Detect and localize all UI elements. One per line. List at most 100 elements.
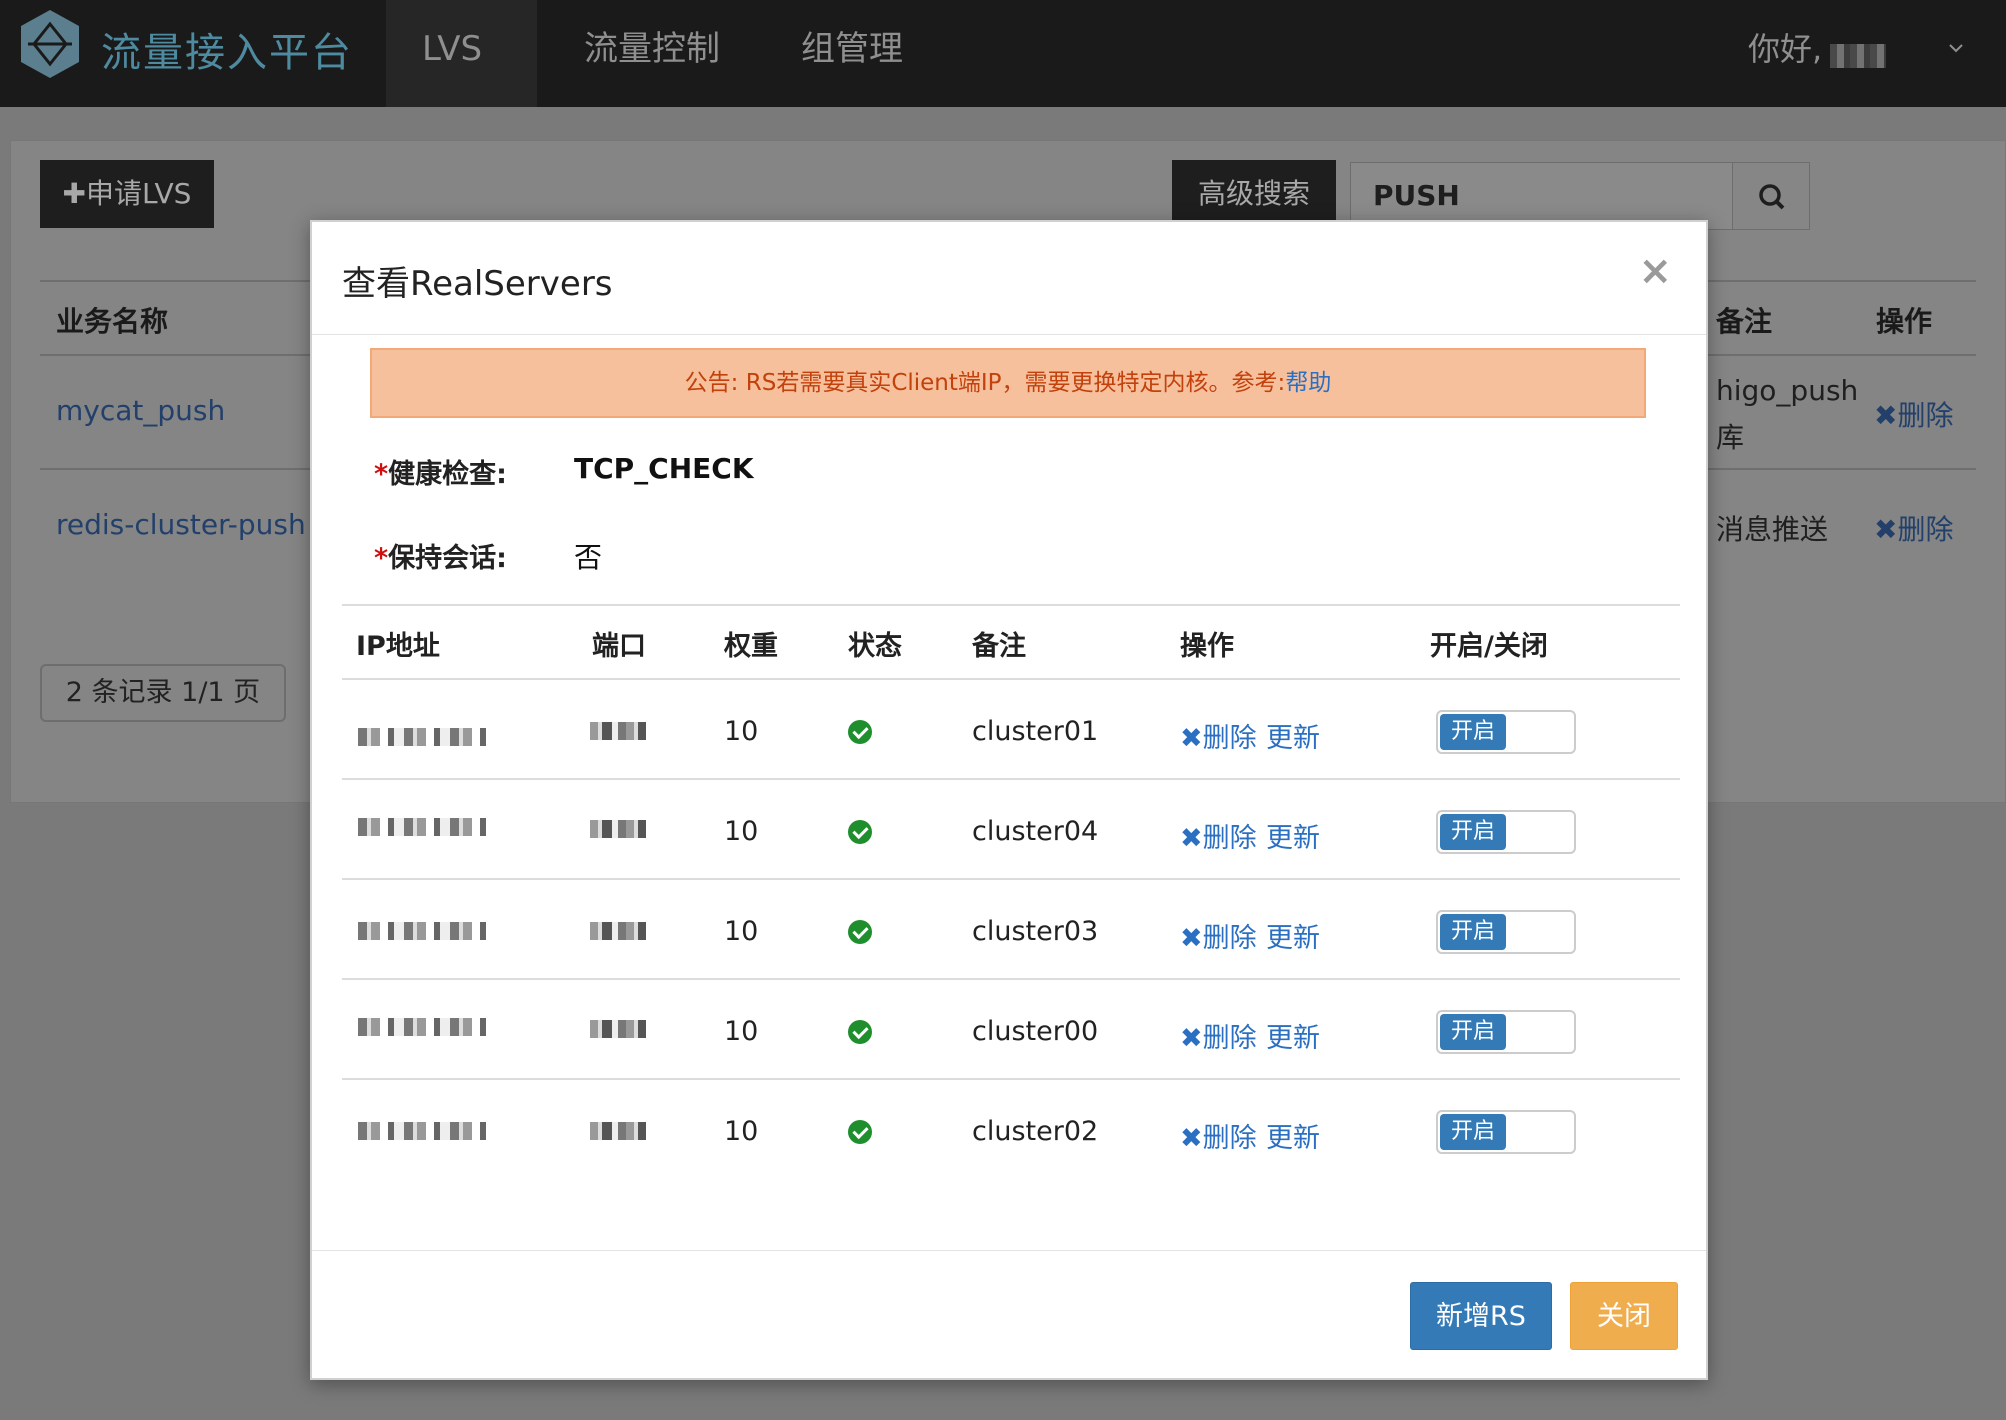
health-check-value: TCP_CHECK [574, 452, 754, 485]
rs-toggle-switch[interactable]: 开启 [1436, 1110, 1576, 1154]
user-greeting: 你好, [1748, 30, 1823, 68]
health-check-label-text: 健康检查: [388, 459, 507, 490]
col-header-weight: 权重 [724, 631, 778, 662]
remark-cell: cluster02 [972, 1116, 1099, 1147]
remark-text: higo_push [1716, 374, 1859, 407]
status-ok-icon [848, 1020, 872, 1044]
col-header-status: 状态 [848, 631, 902, 662]
delete-rs-link[interactable]: ✖删除 [1180, 716, 1257, 755]
col-header-port: 端口 [592, 631, 646, 662]
required-mark: * [374, 543, 389, 574]
toggle-on-label: 开启 [1440, 814, 1506, 850]
delete-link[interactable]: ✖删除 [1874, 394, 1953, 434]
status-ok-icon [848, 820, 872, 844]
session-persistence-value: 否 [574, 541, 603, 574]
status-ok-icon [848, 720, 872, 744]
port-redacted [590, 1122, 646, 1140]
remark-text: 消息推送 [1716, 513, 1829, 546]
table-divider [342, 878, 1680, 880]
remark-text: 库 [1716, 421, 1745, 454]
search-button[interactable] [1732, 162, 1810, 230]
nav-item-group-management[interactable]: 组管理 [765, 0, 939, 107]
update-rs-link[interactable]: 更新 [1266, 716, 1320, 755]
apply-lvs-button[interactable]: ✚申请LVS [40, 160, 214, 228]
toggle-on-label: 开启 [1440, 714, 1506, 750]
weight-cell: 10 [724, 716, 759, 747]
status-ok-icon [848, 1120, 872, 1144]
col-header-action: 操作 [1876, 305, 1933, 338]
top-navbar: 流量接入平台 LVS 流量控制 组管理 你好, [0, 0, 2006, 107]
update-rs-link[interactable]: 更新 [1266, 916, 1320, 955]
ip-address-redacted [358, 1018, 486, 1036]
col-header-remark: 备注 [972, 631, 1026, 662]
delete-link[interactable]: ✖删除 [1874, 508, 1953, 548]
search-icon [1759, 184, 1785, 210]
col-header-action: 操作 [1180, 631, 1234, 662]
session-persistence-label: *保持会话: [374, 536, 507, 575]
weight-cell: 10 [724, 1016, 759, 1047]
update-rs-link[interactable]: 更新 [1266, 1116, 1320, 1155]
delete-rs-link[interactable]: ✖删除 [1180, 1116, 1257, 1155]
brand-title[interactable]: 流量接入平台 [101, 20, 353, 78]
table-divider [342, 604, 1680, 606]
rs-toggle-switch[interactable]: 开启 [1436, 710, 1576, 754]
col-header-ip: IP地址 [356, 631, 440, 662]
table-divider [342, 978, 1680, 980]
toggle-on-label: 开启 [1440, 1114, 1506, 1150]
service-link-mycat-push[interactable]: mycat_push [56, 394, 225, 427]
status-ok-icon [848, 920, 872, 944]
username-redacted [1830, 44, 1886, 68]
table-divider [342, 778, 1680, 780]
modal-footer-divider [312, 1250, 1706, 1251]
remark-cell: cluster04 [972, 816, 1099, 847]
delete-rs-link[interactable]: ✖删除 [1180, 1016, 1257, 1055]
realservers-modal: 查看RealServers × 公告: RS若需要真实Client端IP，需要更… [310, 220, 1708, 1380]
col-header-toggle: 开启/关闭 [1430, 631, 1548, 662]
nav-item-flow-control[interactable]: 流量控制 [548, 0, 756, 107]
delete-rs-link[interactable]: ✖删除 [1180, 816, 1257, 855]
session-label-text: 保持会话: [388, 543, 507, 574]
advanced-search-button[interactable]: 高级搜索 [1172, 160, 1336, 228]
table-divider [342, 678, 1680, 680]
remark-cell: cluster00 [972, 1016, 1099, 1047]
col-header-remark: 备注 [1716, 305, 1773, 338]
ip-address-redacted [358, 1122, 486, 1140]
remark-cell: cluster03 [972, 916, 1099, 947]
delete-rs-link[interactable]: ✖删除 [1180, 916, 1257, 955]
port-redacted [590, 922, 646, 940]
update-rs-link[interactable]: 更新 [1266, 1016, 1320, 1055]
help-link[interactable]: 帮助 [1285, 370, 1331, 396]
nav-item-lvs[interactable]: LVS [386, 0, 537, 107]
port-redacted [590, 820, 646, 838]
update-rs-link[interactable]: 更新 [1266, 816, 1320, 855]
weight-cell: 10 [724, 816, 759, 847]
weight-cell: 10 [724, 1116, 759, 1147]
close-button[interactable]: 关闭 [1570, 1282, 1678, 1350]
rs-toggle-switch[interactable]: 开启 [1436, 910, 1576, 954]
notice-banner: 公告: RS若需要真实Client端IP，需要更换特定内核。参考:帮助 [370, 348, 1646, 418]
port-redacted [590, 722, 646, 740]
close-icon[interactable]: × [1638, 248, 1672, 294]
health-check-label: *健康检查: [374, 452, 507, 491]
remark-cell: cluster01 [972, 716, 1099, 747]
logo-icon [21, 10, 79, 78]
chevron-down-icon[interactable] [1948, 40, 1964, 56]
rs-toggle-switch[interactable]: 开启 [1436, 1010, 1576, 1054]
ip-address-redacted [358, 922, 486, 940]
pagination-info: 2 条记录 1/1 页 [40, 664, 286, 722]
table-divider [342, 1078, 1680, 1080]
notice-text: 公告: RS若需要真实Client端IP，需要更换特定内核。参考: [684, 370, 1286, 396]
ip-address-redacted [358, 728, 486, 746]
toggle-on-label: 开启 [1440, 914, 1506, 950]
rs-toggle-switch[interactable]: 开启 [1436, 810, 1576, 854]
add-rs-button[interactable]: 新增RS [1410, 1282, 1552, 1350]
weight-cell: 10 [724, 916, 759, 947]
modal-title: 查看RealServers [342, 264, 613, 304]
col-header-name: 业务名称 [56, 305, 169, 338]
modal-header-divider [312, 334, 1706, 335]
service-link-redis-cluster-push[interactable]: redis-cluster-push [56, 508, 306, 541]
required-mark: * [374, 459, 389, 490]
ip-address-redacted [358, 818, 486, 836]
toggle-on-label: 开启 [1440, 1014, 1506, 1050]
port-redacted [590, 1020, 646, 1038]
